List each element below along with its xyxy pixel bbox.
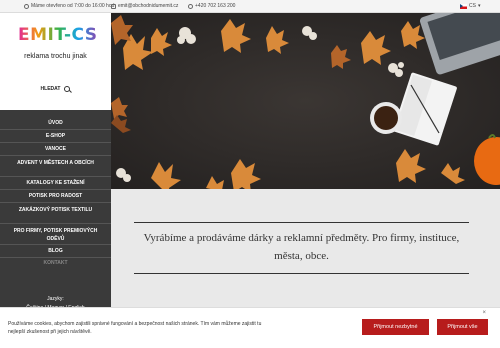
- cookie-banner: Používáme cookies, abychom zajistili spr…: [0, 307, 500, 348]
- phone-icon: [188, 3, 193, 9]
- accept-all-button[interactable]: Přijmout vše: [437, 319, 488, 335]
- nav-item-zakazkovy-potisk[interactable]: ZAKÁZKOVÝ POTISK TEXTILU: [0, 203, 111, 224]
- nav-item-uvod[interactable]: ÚVOD: [0, 117, 111, 130]
- main-nav: ÚVOD E-SHOP VANOCE ADVENT V MĚSTECH A OB…: [0, 117, 111, 268]
- nav-item-pro-firmy[interactable]: PRO FIRMY, POTISK PREMIOVÝCH ODĚVŮ: [0, 224, 111, 245]
- main-content: Vyrábíme a prodáváme dárky a reklamní př…: [111, 189, 500, 304]
- logo[interactable]: EMIT-CS: [18, 25, 98, 45]
- nav-item-potisk-pro-radost[interactable]: POTISK PRO RADOST: [0, 190, 111, 203]
- logo-area: EMIT-CS reklama trochu jinak HLEDAT: [0, 13, 111, 110]
- opening-hours: Máme otevřeno od 7:00 do 16:00 hod: [24, 3, 114, 9]
- hero-image: [111, 13, 500, 189]
- nav-item-blog[interactable]: BLOG: [0, 245, 111, 258]
- language-switcher[interactable]: CS ▾: [460, 3, 480, 9]
- email-link[interactable]: emit@obchodnidumemit.cz: [111, 3, 178, 9]
- languages-title: Jazyky:: [47, 296, 64, 302]
- clock-icon: [24, 3, 29, 9]
- tagline: reklama trochu jinak: [24, 53, 87, 60]
- accept-necessary-button[interactable]: Přijmout nezbytné: [362, 319, 429, 335]
- sidebar: EMIT-CS reklama trochu jinak HLEDAT ÚVOD…: [0, 13, 111, 348]
- czech-flag-icon: [460, 3, 467, 9]
- top-bar: Máme otevřeno od 7:00 do 16:00 hod emit@…: [0, 0, 500, 13]
- search-icon: [64, 86, 71, 92]
- slogan: Vyrábíme a prodáváme dárky a reklamní př…: [134, 222, 469, 274]
- autumn-desk-illustration: [111, 13, 500, 189]
- envelope-icon: [111, 3, 116, 9]
- nav-item-advent[interactable]: ADVENT V MĚSTECH A OBCÍCH: [0, 156, 111, 177]
- nav-item-kontakt[interactable]: KONTAKT: [0, 258, 111, 268]
- search-button[interactable]: HLEDAT: [0, 86, 111, 92]
- nav-item-eshop[interactable]: E-SHOP: [0, 130, 111, 143]
- phone-link[interactable]: +420 702 163 200: [188, 3, 235, 9]
- chevron-down-icon: ▾: [477, 3, 481, 9]
- nav-item-katalogy[interactable]: KATALOGY KE STAŽENÍ: [0, 177, 111, 190]
- nav-item-vanoce[interactable]: VANOCE: [0, 143, 111, 156]
- cookie-message: Používáme cookies, abychom zajistili spr…: [8, 321, 262, 335]
- close-icon[interactable]: ×: [482, 310, 486, 316]
